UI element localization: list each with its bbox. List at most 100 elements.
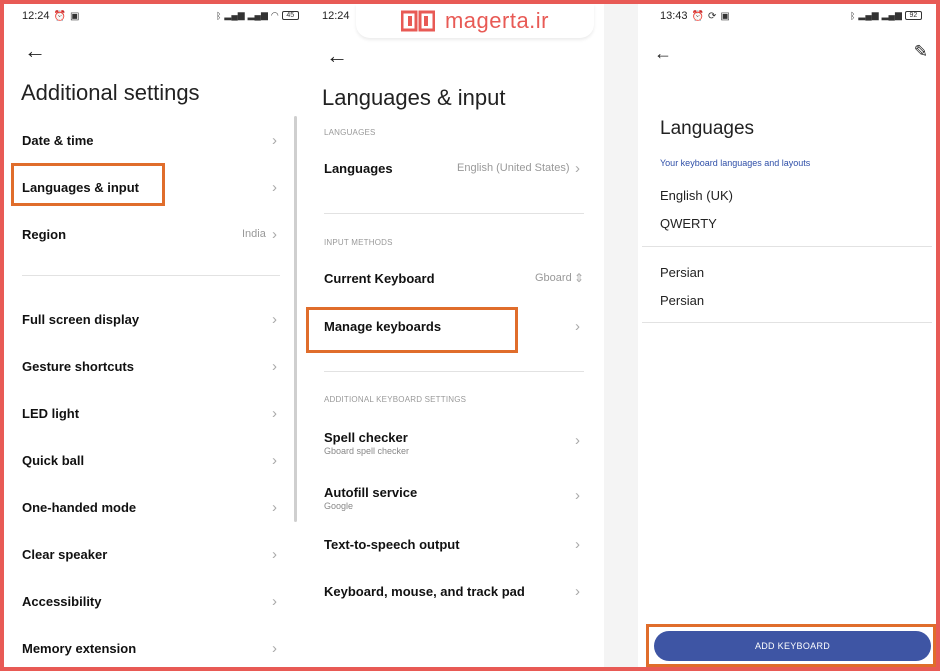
settings-item-label: Date & time [22, 132, 94, 148]
keyboard-mouse-label: Keyboard, mouse, and track pad [324, 583, 525, 599]
language-layout: Persian [660, 293, 705, 308]
divider [642, 246, 932, 247]
chevron-right-icon: › [272, 178, 277, 196]
settings-item-one-handed[interactable]: One-handed mode › [4, 487, 304, 527]
settings-item-label: Full screen display [22, 311, 140, 327]
autofill-sub: Google [324, 501, 354, 511]
battery-icon: 92 [904, 11, 922, 20]
back-arrow-icon[interactable]: ← [654, 44, 672, 62]
settings-item-accessibility[interactable]: Accessibility › [4, 581, 304, 621]
settings-item-gesture[interactable]: Gesture shortcuts › [4, 346, 304, 386]
status-bar: 13:43 ⏰ ⟳ ▣ [660, 10, 730, 22]
highlight-box [306, 307, 518, 353]
settings-item-date-time[interactable]: Date & time › [4, 120, 304, 160]
section-header-languages: LANGUAGES [324, 128, 376, 137]
page-title: Languages & input [322, 85, 506, 110]
edit-pencil-icon[interactable]: ✎ [914, 42, 928, 62]
additional-settings-screen: 12:24 ⏰ ▣ ᛒ ▂▄▆ ▂▄▆ ◠ 45 ← Additional se… [4, 4, 304, 667]
back-arrow-icon[interactable]: ← [326, 45, 348, 67]
sync-icon: ⟳ [707, 10, 717, 22]
settings-item-label: Region [22, 226, 67, 242]
signal2-icon: ▂▄▆ [881, 10, 902, 20]
settings-item-quick-ball[interactable]: Quick ball › [4, 440, 304, 480]
languages-label: Languages [324, 160, 393, 176]
book-logo-icon [400, 10, 435, 32]
chevron-right-icon: › [575, 487, 580, 504]
tts-item[interactable]: Text-to-speech output › [304, 524, 604, 564]
chevron-up-down-icon: ⇕ [574, 271, 585, 285]
bluetooth-icon: ᛒ [850, 10, 856, 21]
status-bar: 12:24 ⏰ ▣ [22, 10, 79, 22]
languages-item[interactable]: Languages English (United States) › [304, 148, 604, 188]
scrollbar[interactable] [294, 116, 297, 522]
chevron-right-icon: › [575, 582, 580, 600]
divider [642, 322, 932, 323]
settings-item-label: Quick ball [22, 452, 85, 468]
current-keyboard-value: Gboard [535, 272, 572, 284]
gutter [604, 4, 638, 667]
wifi-icon: ◠ [270, 10, 279, 20]
language-name: Persian [660, 265, 705, 280]
settings-item-label: Gesture shortcuts [22, 358, 134, 374]
status-time: 13:43 [660, 10, 688, 22]
divider [324, 213, 584, 214]
languages-value: English (United States) [457, 162, 570, 174]
watermark-text: magerta.ir [444, 8, 550, 33]
status-indicators: ᛒ ▂▄▆ ▂▄▆ 92 [850, 10, 922, 21]
status-time: 12:24 [322, 10, 350, 22]
spell-checker-item[interactable]: Spell checker Gboard spell checker › [304, 422, 604, 464]
language-layout: QWERTY [660, 216, 717, 231]
keyboard-mouse-item[interactable]: Keyboard, mouse, and track pad › [304, 571, 604, 611]
divider [324, 371, 584, 372]
chevron-right-icon: › [272, 498, 277, 516]
chevron-right-icon: › [272, 639, 277, 657]
status-time: 12:24 [22, 10, 50, 22]
battery-icon: 45 [281, 11, 299, 20]
chevron-right-icon: › [272, 310, 277, 328]
current-keyboard-item[interactable]: Current Keyboard Gboard ⇕ [304, 258, 604, 298]
settings-item-label: One-handed mode [22, 499, 137, 515]
settings-item-full-screen[interactable]: Full screen display › [4, 299, 304, 339]
alarm-icon: ⏰ [53, 10, 66, 22]
back-arrow-icon[interactable]: ← [24, 40, 46, 62]
watermark-logo: magerta.ir [356, 4, 594, 38]
spell-checker-label: Spell checker [324, 430, 408, 445]
settings-item-label: Memory extension [22, 640, 137, 656]
autofill-item[interactable]: Autofill service Google › [304, 477, 604, 519]
page-title: Additional settings [21, 80, 200, 105]
status-indicators: ᛒ ▂▄▆ ▂▄▆ ◠ 45 [216, 10, 299, 21]
divider [22, 275, 280, 276]
chevron-right-icon: › [575, 159, 580, 177]
tts-label: Text-to-speech output [324, 536, 460, 552]
settings-item-label: Accessibility [22, 593, 102, 609]
signal2-icon: ▂▄▆ [247, 10, 268, 20]
chevron-right-icon: › [575, 317, 580, 335]
screenshot-frame: 12:24 ⏰ ▣ ᛒ ▂▄▆ ▂▄▆ ◠ 45 ← Additional se… [4, 4, 936, 667]
settings-item-clear-speaker[interactable]: Clear speaker › [4, 534, 304, 574]
section-header-additional: ADDITIONAL KEYBOARD SETTINGS [324, 395, 467, 404]
settings-item-region[interactable]: Region India › [4, 214, 304, 254]
chevron-right-icon: › [272, 131, 277, 149]
highlight-box [11, 163, 165, 206]
bluetooth-icon: ᛒ [216, 10, 222, 21]
settings-item-label: Clear speaker [22, 546, 108, 562]
add-keyboard-button[interactable]: ADD KEYBOARD [654, 631, 931, 661]
languages-input-screen: 12:24 ← Languages & input LANGUAGES Lang… [304, 4, 604, 667]
settings-item-memory[interactable]: Memory extension › [4, 628, 304, 667]
language-name: English (UK) [660, 188, 733, 203]
chevron-right-icon: › [272, 225, 277, 243]
chevron-right-icon: › [272, 451, 277, 469]
page-subtitle: Your keyboard languages and layouts [660, 158, 811, 168]
chevron-right-icon: › [575, 535, 580, 553]
notification-icon: ▣ [69, 10, 80, 22]
status-bar: 12:24 [322, 10, 350, 22]
current-keyboard-label: Current Keyboard [324, 270, 435, 286]
notification-icon: ▣ [720, 10, 730, 22]
alarm-icon: ⏰ [691, 10, 704, 22]
chevron-right-icon: › [272, 545, 277, 563]
spell-checker-sub: Gboard spell checker [324, 446, 410, 456]
chevron-right-icon: › [575, 432, 580, 449]
page-title: Languages [660, 118, 755, 139]
chevron-right-icon: › [272, 592, 277, 610]
settings-item-led[interactable]: LED light › [4, 393, 304, 433]
